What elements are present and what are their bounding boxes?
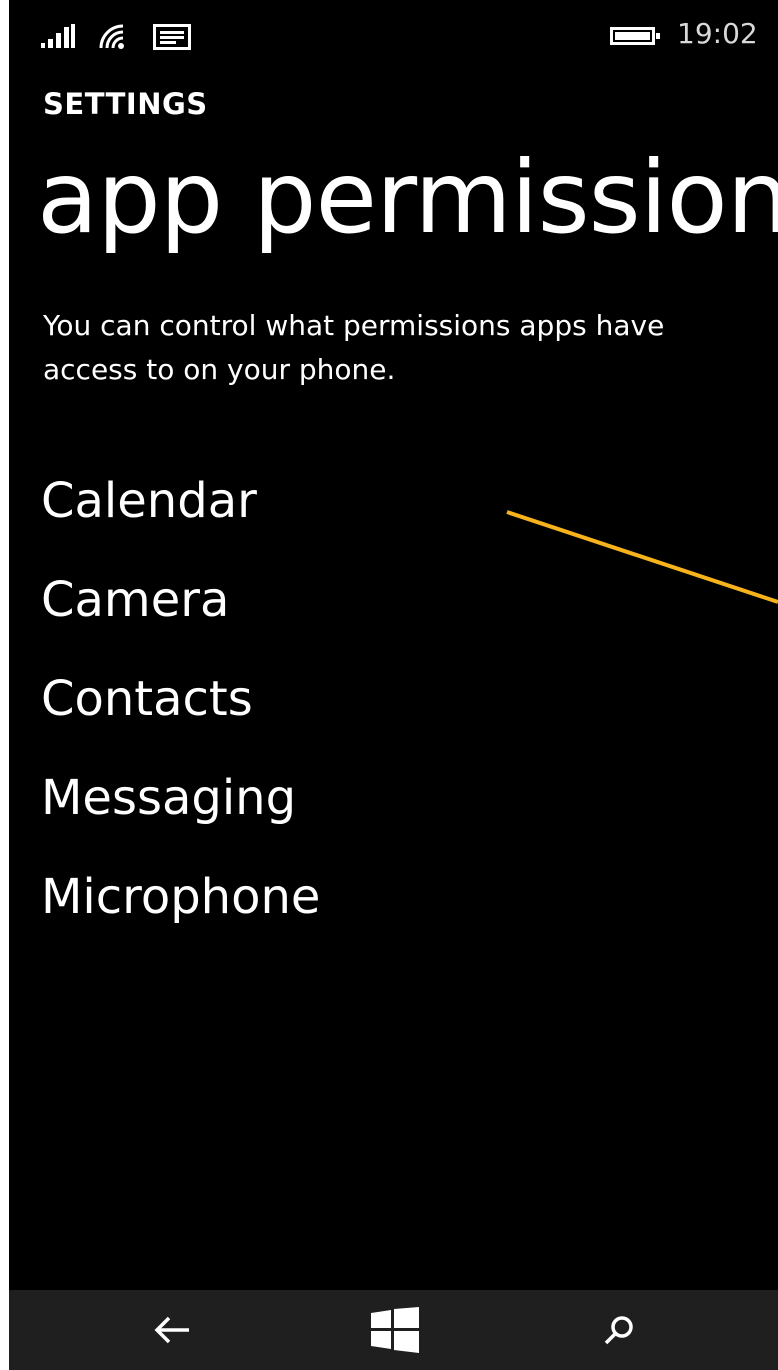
message-notification-icon	[153, 24, 191, 50]
permission-item-microphone[interactable]: Microphone	[41, 864, 320, 963]
start-button[interactable]	[365, 1300, 425, 1360]
wifi-icon	[99, 24, 124, 49]
navigation-bar	[9, 1290, 778, 1370]
permission-item-messaging[interactable]: Messaging	[41, 765, 320, 864]
search-icon	[604, 1316, 633, 1345]
phone-screen: 19:02 SETTINGS app permissions You can c…	[9, 0, 778, 1370]
back-button[interactable]	[143, 1300, 203, 1360]
description-text: You can control what permissions apps ha…	[43, 309, 665, 386]
status-time: 19:02	[677, 17, 758, 50]
status-bar: 19:02	[9, 0, 778, 70]
battery-icon	[610, 27, 660, 45]
permission-item-calendar[interactable]: Calendar	[41, 468, 320, 567]
page-title: app permissions	[37, 139, 778, 256]
permissions-list: Calendar Camera Contacts Messaging Micro…	[41, 468, 320, 963]
section-label: SETTINGS	[43, 87, 208, 121]
permission-item-contacts[interactable]: Contacts	[41, 666, 320, 765]
windows-start-icon	[371, 1307, 419, 1353]
search-button[interactable]	[589, 1300, 649, 1360]
signal-bars-icon	[41, 24, 75, 48]
back-arrow-icon	[154, 1316, 189, 1344]
permission-item-camera[interactable]: Camera	[41, 567, 320, 666]
